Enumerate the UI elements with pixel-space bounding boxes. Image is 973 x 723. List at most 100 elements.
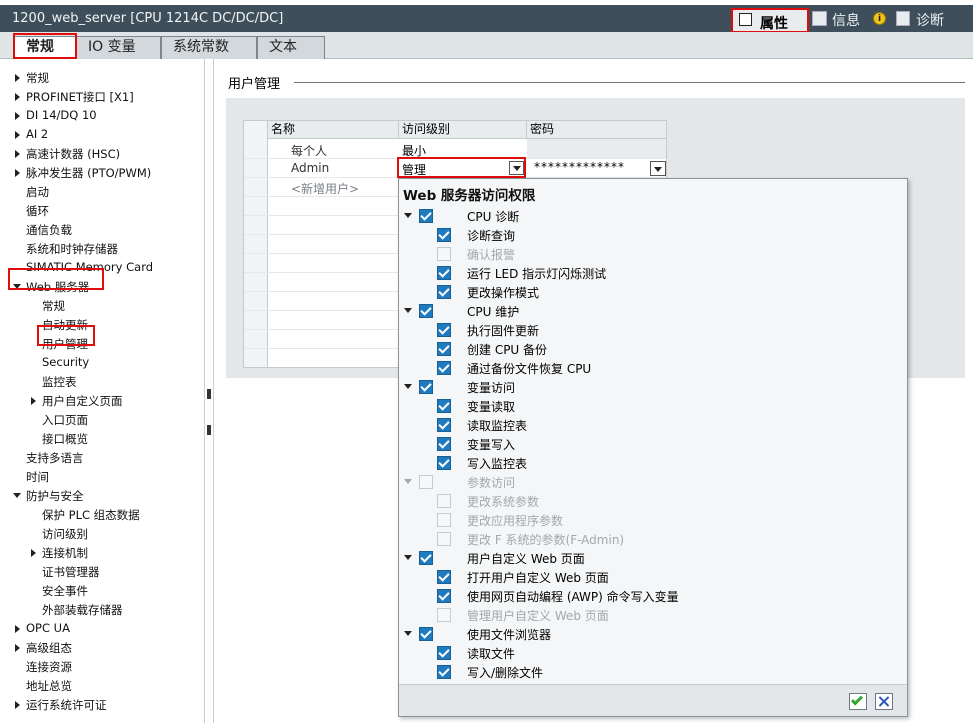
- cancel-button[interactable]: [875, 693, 893, 710]
- permission-checkbox[interactable]: [437, 323, 451, 337]
- tab-io-tags[interactable]: IO 变量: [76, 36, 161, 59]
- collapse-arrow-icon[interactable]: [404, 384, 412, 389]
- nav-item-cycle[interactable]: 循环: [26, 203, 49, 219]
- permission-checkbox[interactable]: [437, 646, 451, 660]
- password-dropdown-button[interactable]: [650, 161, 666, 176]
- column-header-name[interactable]: 名称: [268, 121, 399, 139]
- nav-item-time[interactable]: 时间: [26, 469, 49, 485]
- permission-group-label: 用户自定义 Web 页面: [467, 552, 585, 566]
- tab-system-constants[interactable]: 系统常数: [161, 36, 257, 59]
- nav-item-general[interactable]: 常规: [26, 70, 49, 86]
- permission-checkbox[interactable]: [437, 418, 451, 432]
- permission-checkbox[interactable]: [437, 665, 451, 679]
- nav-item-security[interactable]: Security: [42, 355, 89, 369]
- user-name-admin[interactable]: Admin: [291, 161, 329, 175]
- access-level-combo-admin[interactable]: 管理: [397, 157, 526, 178]
- permission-checkbox[interactable]: [437, 456, 451, 470]
- nav-item-ext-load-memory[interactable]: 外部装载存储器: [42, 602, 123, 618]
- collapse-arrow-icon[interactable]: [404, 555, 412, 560]
- confirm-button[interactable]: [849, 693, 867, 710]
- expand-arrow-icon[interactable]: [15, 131, 20, 139]
- collapse-arrow-icon[interactable]: [404, 479, 412, 484]
- column-header-access-level[interactable]: 访问级别: [399, 121, 527, 139]
- permission-checkbox[interactable]: [419, 551, 433, 565]
- nav-item-opc-ua[interactable]: OPC UA: [26, 621, 70, 635]
- web-server-permissions-popup: Web 服务器访问权限 CPU 诊断 诊断查询 确认报警 运行 LED 指示灯闪烁测试…: [398, 178, 908, 717]
- password-admin[interactable]: *************: [534, 160, 625, 174]
- nav-item-protect-plc-config[interactable]: 保护 PLC 组态数据: [42, 507, 140, 523]
- nav-item-security-events[interactable]: 安全事件: [42, 583, 88, 599]
- permission-checkbox[interactable]: [419, 209, 433, 223]
- permission-checkbox[interactable]: [437, 285, 451, 299]
- permission-checkbox[interactable]: [437, 361, 451, 375]
- expand-arrow-icon[interactable]: [15, 74, 20, 82]
- collapse-arrow-icon[interactable]: [404, 213, 412, 218]
- permission-group-label: 参数访问: [467, 476, 516, 490]
- permission-checkbox[interactable]: [419, 304, 433, 318]
- collapse-left-icon[interactable]: [207, 389, 211, 399]
- user-name-everyone[interactable]: 每个人: [291, 142, 327, 159]
- permission-label: 诊断查询: [467, 229, 516, 243]
- access-level-dropdown-button[interactable]: [509, 161, 524, 175]
- nav-item-protection-security[interactable]: 防护与安全: [26, 488, 84, 504]
- permission-checkbox[interactable]: [437, 266, 451, 280]
- tab-bar: 常规 IO 变量 系统常数 文本: [0, 32, 973, 60]
- nav-item-entry-page[interactable]: 入口页面: [42, 412, 88, 428]
- permission-label: 更改应用程序参数: [467, 514, 564, 528]
- permission-checkbox[interactable]: [419, 627, 433, 641]
- highlight-tab-general: [13, 33, 77, 59]
- nav-item-connection-resources[interactable]: 连接资源: [26, 659, 72, 675]
- permission-checkbox[interactable]: [437, 570, 451, 584]
- permission-label: 打开用户自定义 Web 页面: [467, 571, 609, 585]
- permission-label: 变量写入: [467, 438, 516, 452]
- nav-item-web-general[interactable]: 常规: [42, 298, 65, 314]
- expand-arrow-icon[interactable]: [15, 150, 20, 158]
- permission-checkbox[interactable]: [437, 228, 451, 242]
- expand-arrow-icon[interactable]: [15, 112, 20, 120]
- nav-item-di-dq[interactable]: DI 14/DQ 10: [26, 108, 97, 122]
- properties-tab[interactable]: 属性: [731, 8, 809, 33]
- nav-item-profinet[interactable]: PROFINET接口 [X1]: [26, 89, 134, 105]
- expand-right-icon[interactable]: [207, 425, 211, 435]
- nav-item-runtime-licenses[interactable]: 运行系统许可证: [26, 697, 107, 713]
- nav-item-access-level[interactable]: 访问级别: [42, 526, 88, 542]
- column-header-password[interactable]: 密码: [527, 121, 666, 139]
- nav-item-advanced-config[interactable]: 高级组态: [26, 640, 72, 656]
- nav-item-ai[interactable]: AI 2: [26, 127, 48, 141]
- permission-checkbox[interactable]: [419, 380, 433, 394]
- diagnostics-tab[interactable]: 诊断: [916, 10, 944, 30]
- nav-item-cert-manager[interactable]: 证书管理器: [42, 564, 100, 580]
- nav-item-startup[interactable]: 启动: [26, 184, 49, 200]
- nav-item-comm-load[interactable]: 通信负载: [26, 222, 72, 238]
- info-tab[interactable]: 信息: [832, 10, 860, 30]
- permission-checkbox: [437, 608, 451, 622]
- window-title: 1200_web_server [CPU 1214C DC/DC/DC]: [12, 11, 284, 26]
- nav-item-watch-tables[interactable]: 监控表: [42, 374, 77, 390]
- permission-checkbox[interactable]: [437, 589, 451, 603]
- permission-checkbox[interactable]: [437, 437, 451, 451]
- nav-item-pto-pwm[interactable]: 脉冲发生器 (PTO/PWM): [26, 165, 151, 181]
- nav-item-sys-clock-mem[interactable]: 系统和时钟存储器: [26, 241, 118, 257]
- nav-item-connection-mechanisms[interactable]: 连接机制: [42, 545, 88, 561]
- expand-arrow-icon[interactable]: [15, 701, 20, 709]
- expand-arrow-icon[interactable]: [15, 169, 20, 177]
- expand-arrow-icon[interactable]: [31, 549, 36, 557]
- nav-item-address-overview[interactable]: 地址总览: [26, 678, 72, 694]
- expand-arrow-icon[interactable]: [15, 644, 20, 652]
- collapse-arrow-icon[interactable]: [404, 308, 412, 313]
- tab-texts[interactable]: 文本: [257, 36, 325, 59]
- expand-arrow-icon[interactable]: [15, 93, 20, 101]
- collapse-arrow-icon[interactable]: [404, 631, 412, 636]
- collapse-arrow-icon[interactable]: [13, 493, 21, 498]
- permission-checkbox[interactable]: [437, 399, 451, 413]
- password-cell-empty[interactable]: [527, 139, 666, 158]
- permission-checkbox[interactable]: [437, 342, 451, 356]
- nav-item-multilang[interactable]: 支持多语言: [26, 450, 84, 466]
- panel-splitter[interactable]: [204, 59, 214, 723]
- expand-arrow-icon[interactable]: [15, 625, 20, 633]
- nav-item-interface-overview[interactable]: 接口概览: [42, 431, 88, 447]
- nav-item-hsc[interactable]: 高速计数器 (HSC): [26, 146, 120, 162]
- add-new-user[interactable]: <新增用户>: [291, 180, 359, 197]
- nav-item-user-pages[interactable]: 用户自定义页面: [42, 393, 123, 409]
- expand-arrow-icon[interactable]: [31, 397, 36, 405]
